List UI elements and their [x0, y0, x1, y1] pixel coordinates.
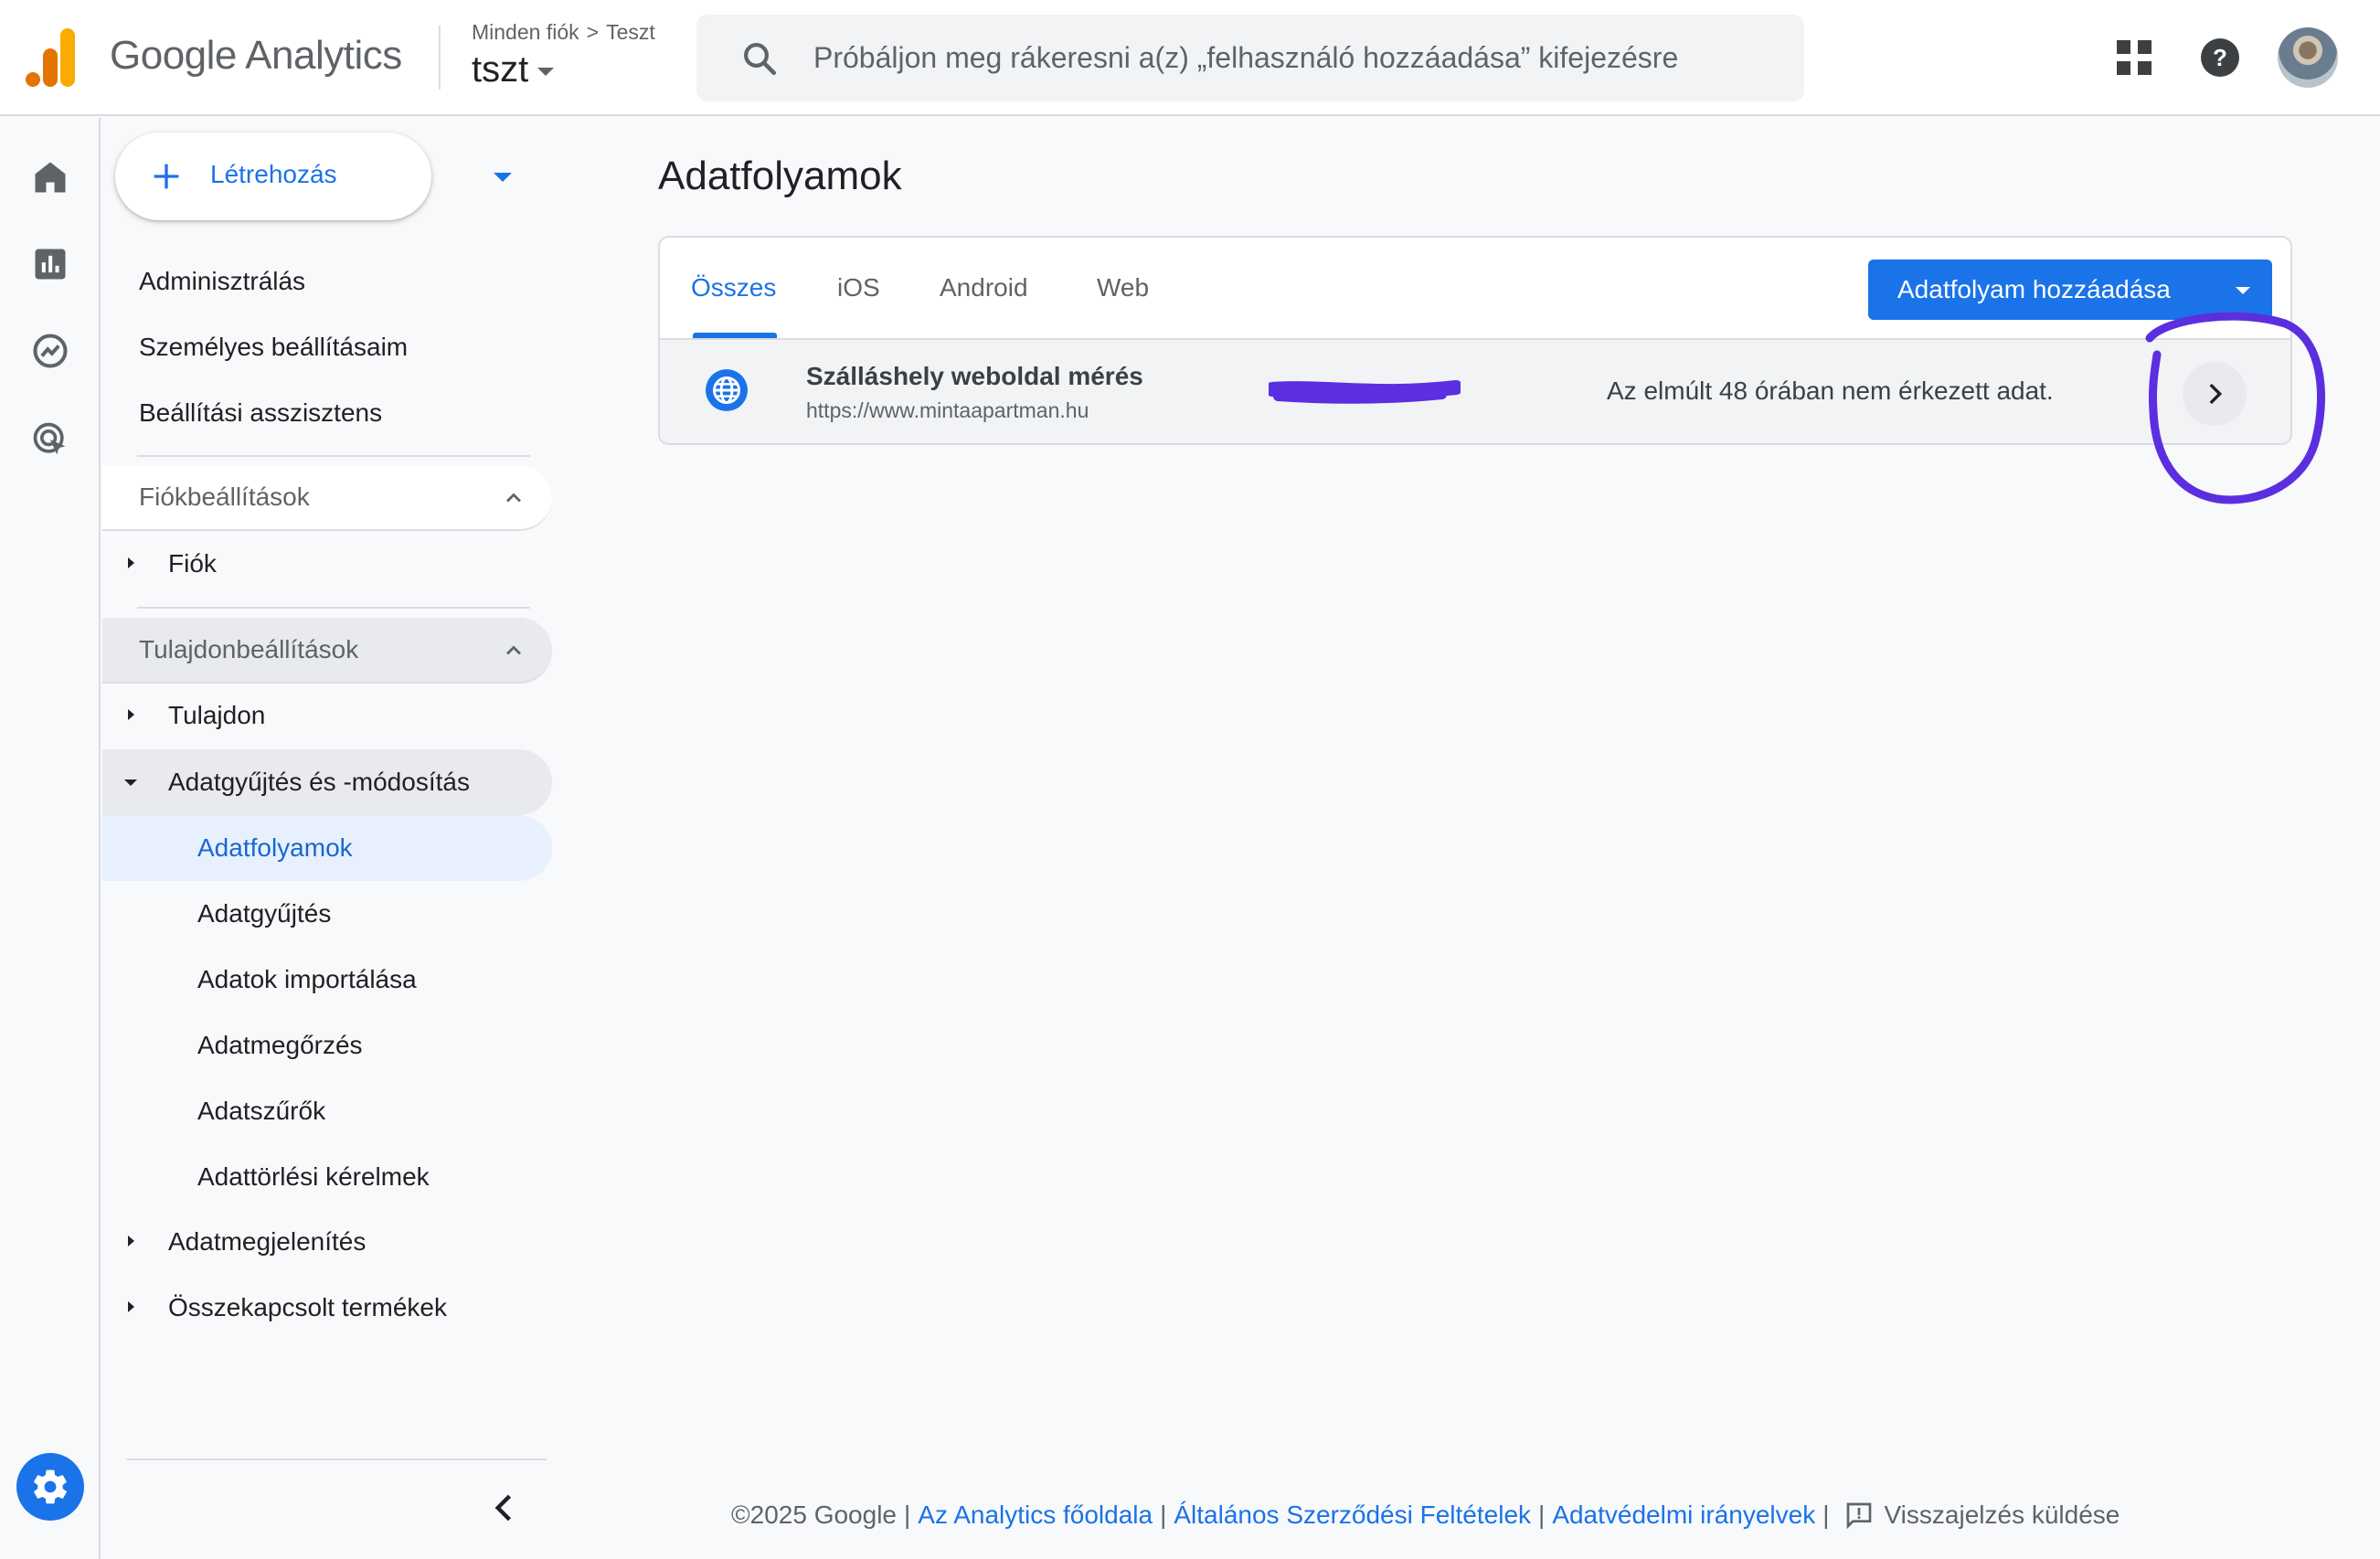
collapse-arrow-icon	[124, 780, 137, 786]
nav-property[interactable]: Tulajdon	[102, 683, 552, 748]
search-input[interactable]	[813, 15, 1782, 101]
analytics-logo-icon[interactable]	[26, 28, 77, 87]
tab-ios[interactable]: iOS	[837, 238, 880, 338]
nav-data-deletion-requests[interactable]: Adattörlési kérelmek	[102, 1144, 552, 1210]
tab-web[interactable]: Web	[1097, 238, 1149, 338]
nav-data-collection[interactable]: Adatgyűjtés és -módosítás	[102, 749, 552, 815]
send-feedback-button[interactable]: Visszajelzés küldése	[1844, 1501, 2120, 1530]
nav-account[interactable]: Fiók	[102, 531, 552, 597]
nav-data-import[interactable]: Adatok importálása	[102, 947, 552, 1013]
add-stream-button[interactable]: Adatfolyam hozzáadása	[1868, 260, 2272, 320]
footer: ©2025 Google | Az Analytics főoldala | Á…	[731, 1501, 2120, 1530]
top-app-bar: Google Analytics Minden fiók > Teszt tszt …	[0, 0, 2380, 116]
breadcrumb-chevron-icon: >	[586, 20, 600, 44]
section-label: Fiókbeállítások	[139, 483, 310, 511]
data-streams-card: Összes iOS Android Web Adatfolyam hozzáa…	[658, 236, 2292, 445]
nav-data-display[interactable]: Adatmegjelenítés	[102, 1209, 552, 1275]
feedback-icon	[1846, 1502, 1871, 1530]
apps-grid-icon[interactable]	[2111, 35, 2157, 80]
nav-setup-assistant[interactable]: Beállítási asszisztens	[102, 380, 552, 446]
footer-separator: |	[1538, 1501, 1546, 1529]
nav-data-collection-sub[interactable]: Adatgyűjtés	[102, 881, 552, 947]
breadcrumb-root[interactable]: Minden fiók	[472, 20, 579, 44]
footer-separator: |	[1822, 1501, 1830, 1529]
chevron-right-icon	[2209, 383, 2223, 405]
create-label: Létrehozás	[210, 160, 337, 188]
property-name: tszt	[472, 49, 529, 90]
explore-icon[interactable]	[30, 331, 70, 371]
stream-name: Szálláshely weboldal mérés	[806, 362, 1143, 390]
analytics-home-link[interactable]: Az Analytics főoldala	[918, 1501, 1153, 1530]
search-bar[interactable]	[696, 15, 1804, 101]
plus-icon	[154, 164, 179, 189]
admin-settings-button[interactable]	[16, 1453, 84, 1521]
nav-data-filters[interactable]: Adatszűrők	[102, 1078, 552, 1144]
nav-section-property-settings[interactable]: Tulajdonbeállítások	[102, 618, 552, 684]
advertising-icon[interactable]	[30, 419, 70, 460]
svg-text:?: ?	[2213, 44, 2227, 71]
caret-down-icon	[494, 173, 512, 182]
add-stream-label: Adatfolyam hozzáadása	[1897, 275, 2171, 303]
search-icon	[744, 43, 777, 76]
reports-icon[interactable]	[30, 244, 70, 284]
stream-status: Az elmúlt 48 órában nem érkezett adat.	[1607, 376, 2054, 405]
nav-data-streams[interactable]: Adatfolyamok	[102, 815, 552, 881]
property-selector[interactable]: tszt	[472, 49, 555, 90]
help-icon[interactable]: ?	[2197, 35, 2243, 80]
nav-divider	[137, 607, 530, 609]
collapse-nav-chevron-left-icon[interactable]	[484, 1488, 525, 1528]
header-divider	[439, 26, 441, 90]
app-name[interactable]: Google Analytics	[110, 33, 402, 79]
nav-personal-settings[interactable]: Személyes beállításaim	[102, 314, 552, 380]
nav-linked-products[interactable]: Összekapcsolt termékek	[102, 1275, 552, 1341]
footer-separator: |	[1160, 1501, 1167, 1529]
open-stream-button[interactable]	[2183, 362, 2247, 426]
footer-separator: |	[904, 1501, 911, 1529]
feedback-label: Visszajelzés küldése	[1884, 1501, 2120, 1529]
nav-divider	[126, 1458, 547, 1460]
nav-divider	[137, 455, 530, 457]
caret-down-icon	[537, 68, 555, 76]
nav-data-retention[interactable]: Adatmegőrzés	[102, 1013, 552, 1078]
left-nav-rail	[0, 118, 101, 1559]
caret-down-icon	[2236, 287, 2250, 294]
tab-all[interactable]: Összes	[691, 238, 776, 338]
redaction-scribble	[1269, 380, 1461, 404]
breadcrumb-account[interactable]: Teszt	[606, 20, 655, 44]
breadcrumb[interactable]: Minden fiók > Teszt	[472, 20, 655, 45]
stream-row[interactable]: Szálláshely weboldal mérés https://www.m…	[660, 340, 2290, 443]
gear-icon	[34, 1469, 67, 1504]
account-avatar[interactable]	[2278, 27, 2338, 88]
nav-section-account-settings[interactable]: Fiókbeállítások	[102, 465, 552, 531]
chevron-up-icon[interactable]	[501, 485, 526, 511]
globe-icon	[706, 369, 748, 411]
page-title: Adatfolyamok	[658, 154, 902, 198]
create-button[interactable]: Létrehozás	[115, 133, 512, 220]
tab-android[interactable]: Android	[940, 238, 1028, 338]
stream-url: https://www.mintaapartman.hu	[806, 398, 1089, 422]
section-label: Tulajdonbeállítások	[139, 635, 359, 663]
home-icon[interactable]	[30, 157, 70, 197]
chevron-up-icon[interactable]	[501, 638, 526, 663]
terms-link[interactable]: Általános Szerződési Feltételek	[1174, 1501, 1531, 1530]
nav-admin[interactable]: Adminisztrálás	[102, 249, 552, 314]
copyright: ©2025 Google	[731, 1501, 897, 1529]
nav-label: Adatgyűjtés és -módosítás	[168, 768, 470, 796]
privacy-link[interactable]: Adatvédelmi irányelvek	[1552, 1501, 1815, 1530]
